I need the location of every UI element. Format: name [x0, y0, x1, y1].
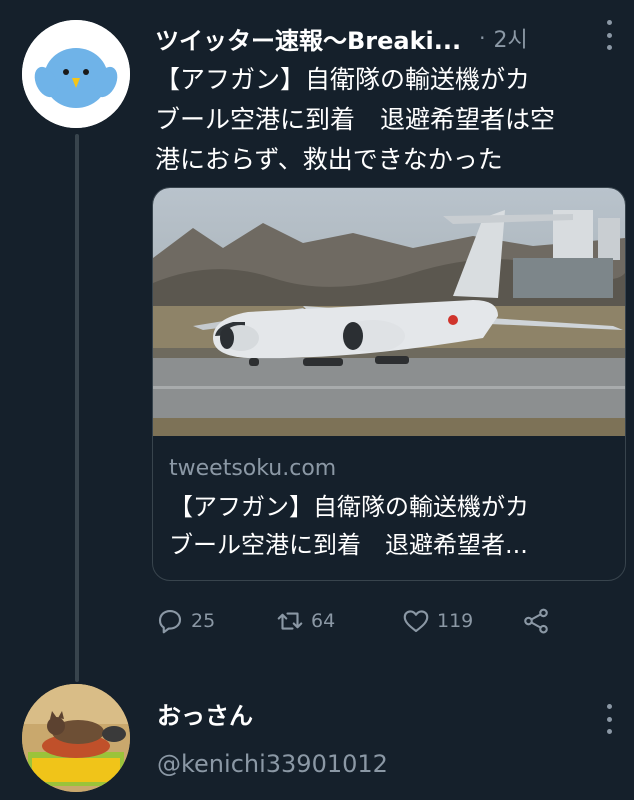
share-button[interactable]	[521, 600, 557, 642]
bird-icon	[22, 20, 130, 128]
card-title-line: 【アフガン】自衛隊の輸送機がカ	[169, 493, 529, 521]
cat-icon	[22, 684, 130, 792]
transport-aircraft-photo	[153, 188, 625, 436]
display-name[interactable]: ツイッター速報〜Breaki...	[155, 21, 461, 56]
link-card[interactable]: tweetsoku.com 【アフガン】自衛隊の輸送機がカ ブール空港に到着 退…	[152, 187, 626, 581]
reply-button[interactable]: 25	[155, 600, 215, 642]
card-domain: tweetsoku.com	[169, 456, 337, 481]
separator-dot: ·	[479, 26, 486, 50]
tweet-text: 【アフガン】自衛隊の輸送機がカ ブール空港に到着 退避希望者は空 港におらず、救…	[155, 60, 615, 180]
like-count: 119	[437, 610, 474, 632]
thread-connector-line	[75, 134, 79, 682]
timestamp[interactable]: 2시	[494, 22, 528, 54]
retweet-icon	[277, 612, 303, 630]
tweet-text-line: 【アフガン】自衛隊の輸送機がカ	[155, 65, 531, 94]
like-button[interactable]: 119	[401, 600, 473, 642]
reply-more-options-icon[interactable]	[602, 704, 616, 734]
tweet-text-line: 港におらず、救出できなかった	[155, 145, 503, 174]
card-title-line: ブール空港に到着 退避希望者...	[169, 531, 528, 559]
retweet-button[interactable]: 64	[275, 600, 335, 642]
more-options-icon[interactable]	[602, 20, 616, 50]
tweet-text-line: ブール空港に到着 退避希望者は空	[155, 105, 556, 134]
reply-count: 25	[191, 610, 216, 632]
bluebird-avatar[interactable]	[22, 20, 130, 128]
share-icon	[524, 608, 548, 634]
reply-handle[interactable]: @kenichi33901012	[157, 750, 388, 778]
reply-icon	[158, 609, 182, 634]
retweet-count: 64	[311, 610, 336, 632]
reply-display-name[interactable]: おっさん	[157, 696, 253, 731]
tweet-header: ツイッター速報〜Breaki... · 2시	[155, 20, 615, 56]
card-title: 【アフガン】自衛隊の輸送機がカ ブール空港に到着 退避希望者...	[169, 488, 613, 564]
heart-icon	[403, 610, 429, 633]
cat-avatar[interactable]	[22, 684, 130, 792]
tweet-actions: 25 64 119	[155, 600, 625, 642]
